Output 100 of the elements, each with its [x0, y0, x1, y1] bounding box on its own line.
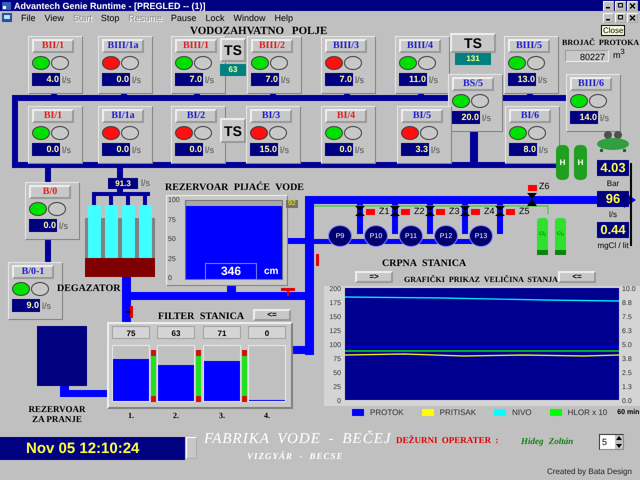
well-label-button[interactable]: BIII/6: [570, 77, 612, 91]
flow-readout: 0.0: [29, 219, 57, 232]
menu-item[interactable]: View: [44, 12, 64, 22]
unit-label: l/s: [355, 144, 364, 154]
filter-number: 1.: [127, 411, 135, 420]
status-lamp: [420, 126, 438, 140]
status-lamp: [269, 126, 287, 140]
unit-label: l/s: [281, 74, 290, 84]
close-button[interactable]: [627, 12, 638, 22]
well-label-button[interactable]: BIII/1a: [102, 39, 144, 53]
legend-label: PRITISAK: [440, 408, 476, 417]
valve-label: Z4: [484, 206, 495, 216]
plant-subtitle: VIZGYÁR - BECSE: [247, 451, 344, 461]
flow-readout: 4.0: [32, 73, 60, 86]
valve-icon[interactable]: [495, 206, 505, 216]
process-readout: 4.03: [597, 160, 629, 176]
well-label-button[interactable]: BIII/4: [399, 39, 441, 53]
restore-button[interactable]: [615, 12, 626, 22]
scroll-handle[interactable]: [186, 437, 197, 459]
close-icon: [629, 14, 636, 20]
back-button[interactable]: <=: [558, 271, 596, 283]
legend-label: HLOR x 10: [568, 408, 608, 417]
flow-readout: 11.0: [399, 73, 427, 86]
date-time-display: Nov 05 12:10:24: [0, 437, 185, 460]
flow-readout: 0.0: [32, 143, 60, 156]
valve-icon[interactable]: [460, 206, 470, 216]
flow-readout: 7.0: [325, 73, 353, 86]
unit-label: l/s: [539, 144, 548, 154]
unit-label: l/s: [538, 74, 547, 84]
number-spinner[interactable]: 5: [599, 434, 624, 450]
valve-icon[interactable]: [527, 193, 537, 206]
filter-readout: 0: [248, 326, 286, 339]
well-label-button[interactable]: B/0-1: [12, 265, 54, 279]
menu-item[interactable]: Stop: [100, 12, 120, 22]
unit-label: l/s: [608, 210, 618, 219]
level-indicator-bar: [196, 350, 201, 402]
app-icon: [2, 2, 11, 10]
unit-label: l/s: [482, 112, 491, 122]
well-label-button[interactable]: BS/5: [452, 77, 494, 91]
well-label-button[interactable]: BI/5: [401, 109, 443, 123]
status-lamp: [344, 126, 362, 140]
unit-label: l/s: [59, 220, 68, 230]
status-lamp: [121, 56, 139, 70]
unit-label: l/s: [141, 178, 150, 188]
process-readout: 0.44: [597, 222, 629, 238]
counter-readout: 80227: [565, 50, 609, 62]
valve-handle-icon[interactable]: [316, 254, 319, 266]
unit-label: Bar: [606, 179, 620, 188]
menu-item[interactable]: Window: [233, 12, 266, 22]
operator-name: Hideg Zoltán: [521, 436, 574, 446]
menu-item[interactable]: Help: [274, 12, 293, 22]
status-lamp: [528, 126, 546, 140]
unit-label: l/s: [280, 144, 289, 154]
well-label-button[interactable]: BIII/5: [508, 39, 550, 53]
ts-button[interactable]: TS: [450, 33, 496, 53]
unit-label: l/s: [205, 144, 214, 154]
unit-label: l/s: [62, 144, 71, 154]
status-lamp: [527, 56, 545, 70]
ts-button[interactable]: TS: [220, 118, 246, 143]
unit-label: cm: [264, 266, 278, 277]
unit-label: l/s: [355, 74, 364, 84]
well-label-button[interactable]: BI/6: [509, 109, 551, 123]
valve-handle-icon[interactable]: [126, 306, 133, 318]
valve-handle-icon[interactable]: [281, 288, 295, 296]
pump-station-title: CRPNA STANICA: [382, 258, 466, 269]
status-lamp: [589, 94, 607, 108]
degazator-label: DEGAZATOR: [57, 283, 121, 294]
ts-readout: 131: [455, 53, 491, 65]
minimize-button[interactable]: [603, 0, 614, 10]
status-lamp: [51, 126, 69, 140]
section-title: VODOZAHVATNO POLJE: [190, 25, 328, 37]
legend-label: NIVO: [512, 408, 532, 417]
well-label-button[interactable]: BIII/3: [325, 39, 367, 53]
flow-readout: 0.0: [175, 143, 203, 156]
filter-readout: 71: [203, 326, 241, 339]
unit-label: l/s: [62, 74, 71, 84]
back-button[interactable]: <=: [253, 309, 291, 321]
well-label-button[interactable]: BI/1a: [102, 109, 144, 123]
menu-item[interactable]: Lock: [205, 12, 224, 22]
valve-icon[interactable]: [355, 206, 365, 216]
forward-button[interactable]: =>: [355, 271, 393, 283]
ts-button[interactable]: TS: [220, 38, 246, 62]
menu-item[interactable]: File: [21, 12, 36, 22]
close-button[interactable]: [627, 0, 638, 10]
flow-readout: 3.3: [401, 143, 429, 156]
menu-item[interactable]: Pause: [170, 12, 196, 22]
well-label-button[interactable]: BI/3: [250, 109, 292, 123]
well-label-button[interactable]: BI/2: [175, 109, 217, 123]
chart-title: GRAFIČKI PRIKAZ VELIČINA STANJA: [404, 275, 558, 284]
restore-button[interactable]: [615, 0, 626, 10]
flow-readout: 14.0: [570, 111, 598, 124]
operator-label: DEŽURNI OPERATER :: [396, 435, 498, 445]
flow-readout: 15.0: [250, 143, 278, 156]
unit-label: l/s: [132, 144, 141, 154]
wash-reservoir-label: REZERVOAR ZA PRANJE: [27, 404, 86, 424]
credit-text: Created by Bata Design: [547, 467, 632, 476]
valve-icon[interactable]: [390, 206, 400, 216]
valve-icon[interactable]: [425, 206, 435, 216]
minimize-button[interactable]: [603, 12, 614, 22]
document-icon: [2, 13, 12, 22]
